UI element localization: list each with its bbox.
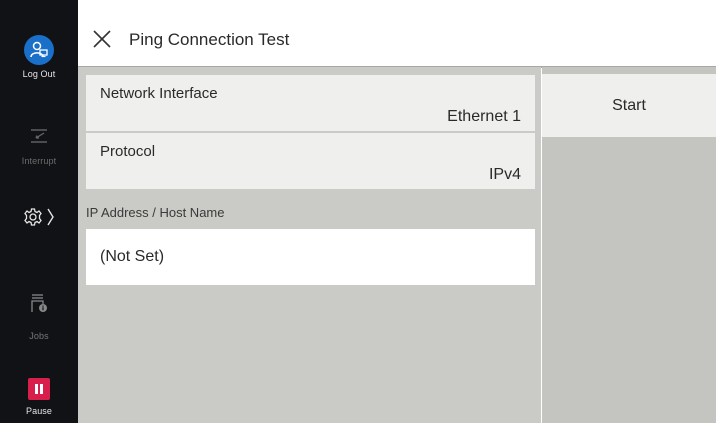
logout-label: Log Out	[22, 69, 56, 79]
ip-address-field[interactable]: (Not Set)	[86, 229, 535, 285]
network-interface-value: Ethernet 1	[447, 108, 521, 125]
protocol-value: IPv4	[488, 166, 521, 183]
jobs-label: Jobs	[29, 331, 49, 341]
close-icon	[93, 30, 111, 48]
protocol-label: Protocol	[100, 143, 156, 160]
gear-icon	[24, 208, 54, 226]
network-interface-row[interactable]: Network Interface Ethernet 1	[86, 75, 535, 131]
close-button[interactable]	[91, 28, 113, 50]
jobs-button[interactable]: Jobs	[0, 292, 78, 341]
logout-button[interactable]: Log Out	[0, 35, 78, 79]
network-interface-label: Network Interface	[100, 85, 218, 102]
page-title: Ping Connection Test	[129, 30, 290, 49]
action-panel: Start	[542, 67, 716, 423]
ip-address-label: IP Address / Host Name	[86, 205, 225, 220]
pause-button[interactable]: Pause	[0, 378, 78, 416]
start-button[interactable]: Start	[542, 74, 716, 137]
protocol-row[interactable]: Protocol IPv4	[86, 133, 535, 189]
interrupt-button[interactable]: Interrupt	[0, 127, 78, 166]
pause-icon	[28, 378, 50, 400]
device-settings-button[interactable]	[0, 206, 78, 233]
interrupt-icon	[31, 129, 47, 143]
interrupt-label: Interrupt	[21, 156, 57, 166]
pause-label: Pause	[25, 406, 53, 416]
header-bar: Ping Connection Test	[78, 13, 716, 68]
settings-panel: Network Interface Ethernet 1 Protocol IP…	[78, 67, 541, 423]
side-rail: Log Out Interrupt Jobs Pause	[0, 0, 78, 423]
jobs-icon	[31, 294, 47, 312]
logout-icon	[24, 35, 54, 65]
ip-address-value: (Not Set)	[100, 248, 165, 265]
